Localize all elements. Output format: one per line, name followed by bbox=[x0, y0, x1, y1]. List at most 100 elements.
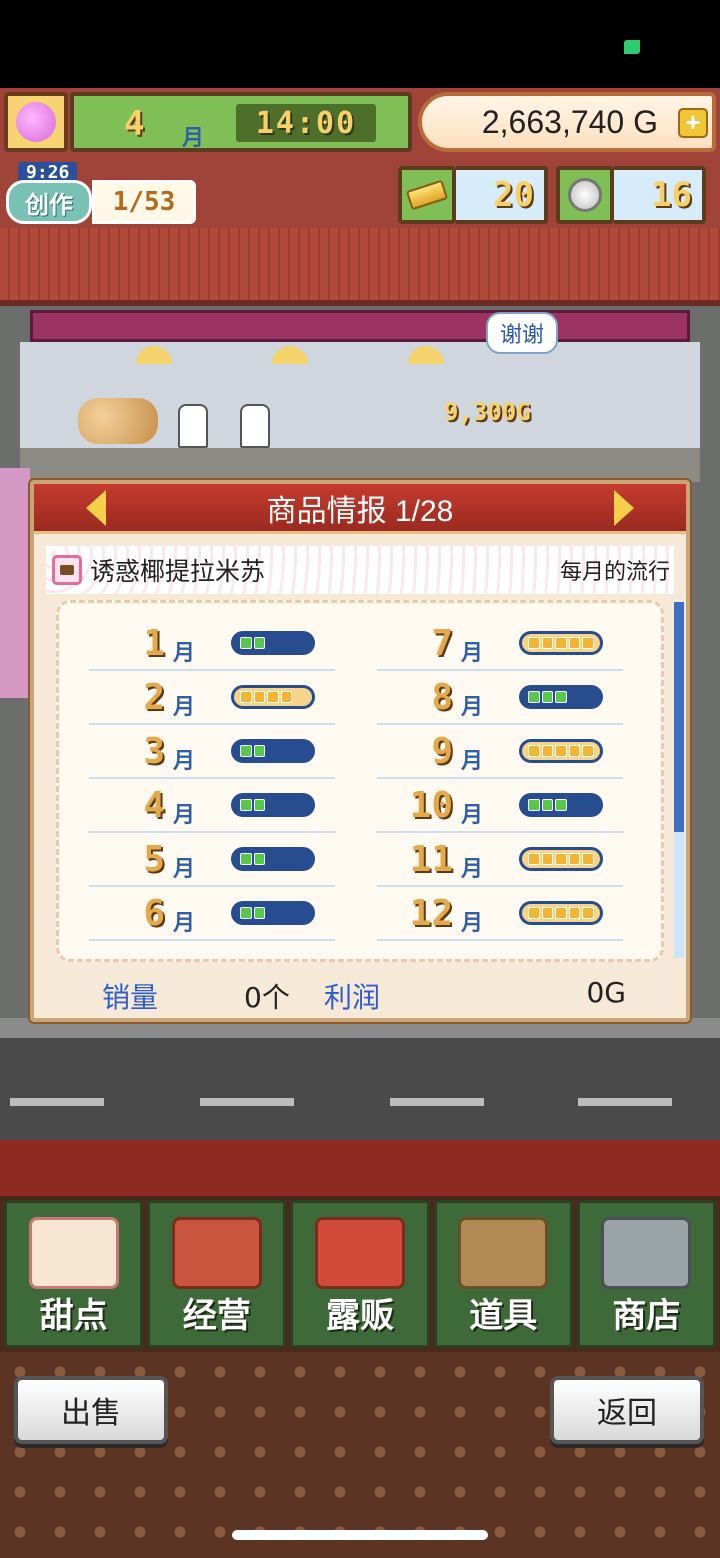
meter-segment bbox=[240, 907, 252, 919]
meter-segment bbox=[555, 745, 567, 757]
lane-marking bbox=[200, 1098, 294, 1106]
shop-icon bbox=[171, 1217, 262, 1289]
cherry-tree bbox=[0, 468, 30, 698]
meter-segment bbox=[582, 745, 594, 757]
nav-label: 道具 bbox=[469, 1296, 538, 1336]
profit-label: 利润 bbox=[324, 981, 381, 1014]
month-unit: 月 bbox=[461, 641, 484, 666]
month-number: 7 bbox=[431, 623, 453, 664]
meter-segment bbox=[253, 907, 266, 919]
month-row: 2月 bbox=[89, 671, 335, 725]
meter-segment bbox=[267, 853, 279, 865]
month-number: 12 bbox=[409, 893, 453, 934]
month-unit: 月 bbox=[461, 695, 484, 720]
scroll-thumb[interactable] bbox=[674, 602, 684, 832]
meter-segment bbox=[294, 745, 306, 757]
meter-segment bbox=[528, 799, 540, 811]
chef-sprite bbox=[178, 404, 208, 448]
create-count: 1/53 bbox=[92, 180, 196, 224]
create-timer: 9:26 bbox=[18, 162, 78, 183]
panel-header: 商品情报 1/28 bbox=[34, 484, 686, 534]
prev-arrow-icon[interactable] bbox=[86, 490, 106, 526]
nav-stall[interactable]: 露贩 bbox=[290, 1200, 430, 1348]
meter-segment bbox=[267, 637, 279, 649]
month-unit: 月 bbox=[461, 911, 484, 936]
month-unit: 月 bbox=[182, 126, 205, 151]
popularity-meter bbox=[231, 739, 315, 763]
gold-resource: 20 bbox=[398, 166, 548, 224]
meter-segment bbox=[568, 637, 581, 649]
nav-items[interactable]: 道具 bbox=[433, 1200, 573, 1348]
meter-segment bbox=[253, 691, 266, 703]
meter-segment bbox=[528, 745, 540, 757]
meter-segment bbox=[267, 907, 279, 919]
meter-segment bbox=[528, 691, 540, 703]
popularity-meter bbox=[519, 901, 603, 925]
status-bar bbox=[0, 0, 720, 88]
dessert-icon bbox=[52, 555, 82, 585]
month-row: 6月 bbox=[89, 887, 335, 941]
next-arrow-icon[interactable] bbox=[614, 490, 634, 526]
month-unit: 月 bbox=[461, 803, 484, 828]
month-unit: 月 bbox=[173, 803, 196, 828]
lane-marking bbox=[10, 1098, 104, 1106]
sales-summary: 销量 0个 利润 0G bbox=[34, 972, 686, 1016]
meter-segment bbox=[541, 637, 554, 649]
month-row: 10 月 bbox=[377, 779, 623, 833]
popularity-meter bbox=[519, 847, 603, 871]
month-unit: 月 bbox=[461, 749, 484, 774]
add-money-button[interactable]: + bbox=[678, 108, 708, 138]
nav-label: 甜点 bbox=[39, 1296, 108, 1336]
month-unit: 月 bbox=[173, 911, 196, 936]
items-icon bbox=[458, 1217, 549, 1289]
gold-value: 20 bbox=[456, 166, 548, 224]
bread-display bbox=[78, 398, 158, 444]
medal-resource: 16 bbox=[556, 166, 706, 224]
home-indicator[interactable] bbox=[232, 1530, 488, 1540]
popularity-meter bbox=[519, 739, 603, 763]
create-status[interactable]: 9:26 创作 1/53 bbox=[4, 162, 196, 226]
nav-strip bbox=[0, 1140, 720, 1196]
status-indicator-icon bbox=[624, 40, 640, 54]
cake-icon bbox=[28, 1217, 119, 1289]
nav-store[interactable]: 商店 bbox=[576, 1200, 717, 1348]
meter-segment bbox=[569, 691, 581, 703]
scrollbar[interactable] bbox=[674, 602, 684, 958]
meter-segment bbox=[541, 907, 554, 919]
hud: 4 月 14:00 2,663,740 G + 9:26 创作 1/53 20 … bbox=[0, 88, 720, 228]
thanks-bubble: 谢谢 bbox=[486, 312, 558, 354]
meter-segment bbox=[294, 907, 306, 919]
month-row: 8月 bbox=[377, 671, 623, 725]
meter-segment bbox=[528, 637, 540, 649]
meter-segment bbox=[528, 853, 540, 865]
meter-segment bbox=[240, 637, 252, 649]
nav-label: 商店 bbox=[612, 1296, 681, 1336]
meter-segment bbox=[253, 745, 266, 757]
meter-segment bbox=[568, 853, 581, 865]
month-number: 11 bbox=[409, 839, 453, 880]
nav-manage[interactable]: 经营 bbox=[147, 1200, 287, 1348]
meter-segment bbox=[240, 799, 252, 811]
meter-segment bbox=[541, 691, 554, 703]
meter-segment bbox=[582, 637, 594, 649]
month-number: 1 bbox=[143, 623, 165, 664]
avatar[interactable] bbox=[4, 92, 68, 152]
month-row: 4月 bbox=[89, 779, 335, 833]
tree-icon bbox=[16, 102, 56, 142]
meter-segment bbox=[267, 799, 279, 811]
month-number: 4 bbox=[124, 104, 145, 144]
back-button[interactable]: 返回 bbox=[550, 1376, 704, 1444]
roof bbox=[0, 228, 720, 306]
nav-dessert[interactable]: 甜点 bbox=[4, 1200, 144, 1348]
meter-segment bbox=[294, 853, 306, 865]
month-row: 12 月 bbox=[377, 887, 623, 941]
monthly-trend-list[interactable]: 1月2月3月4月5月6月 7 月 8 月 9 月 10 月 11 月 12 月 bbox=[56, 600, 664, 962]
meter-segment bbox=[253, 853, 266, 865]
month-number: 10 bbox=[409, 785, 453, 826]
meter-segment bbox=[555, 637, 567, 649]
meter-segment bbox=[253, 637, 266, 649]
month-row: 5月 bbox=[89, 833, 335, 887]
meter-segment bbox=[555, 853, 567, 865]
sell-button[interactable]: 出售 bbox=[14, 1376, 168, 1444]
medal-icon bbox=[556, 166, 614, 224]
